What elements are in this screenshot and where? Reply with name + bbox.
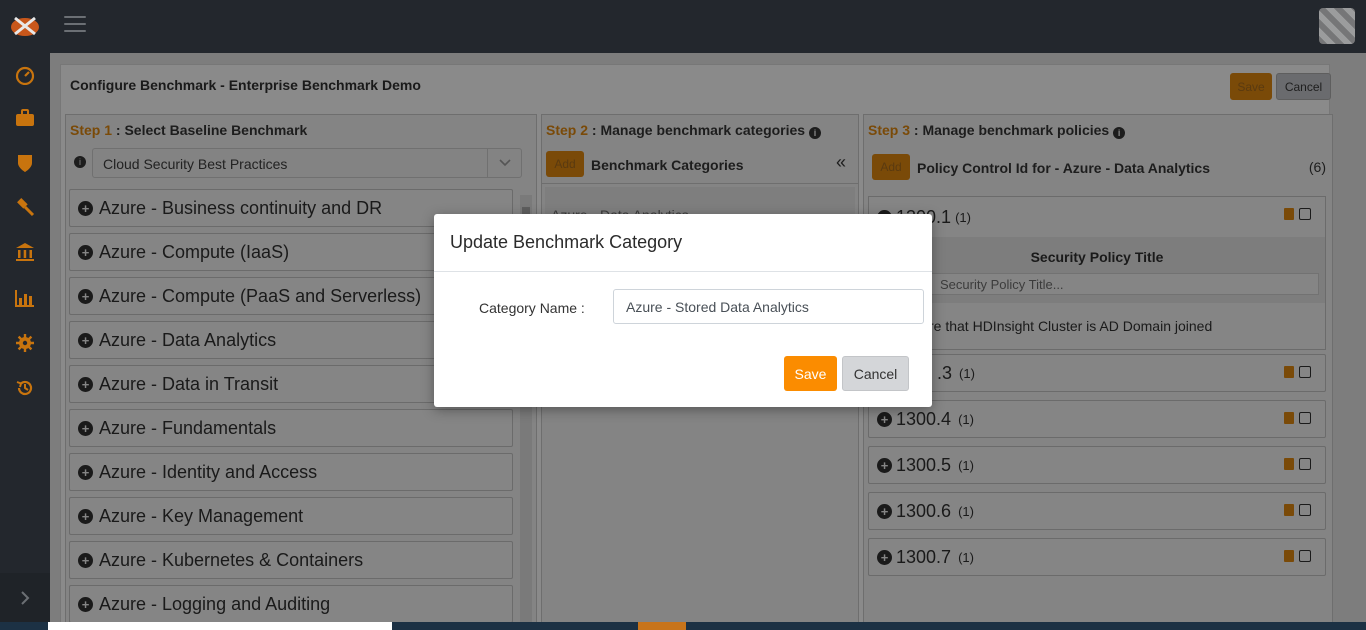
policy-expanded: − 1300.1(1) Security Policy Title Securi… (868, 196, 1326, 350)
modal-cancel-button[interactable]: Cancel (842, 356, 909, 391)
edit-icon[interactable] (1299, 366, 1311, 378)
category-name-input[interactable] (613, 289, 924, 324)
plus-circle-icon: + (78, 288, 93, 304)
plus-circle-icon: + (78, 464, 93, 480)
bar-chart-icon[interactable] (14, 287, 36, 309)
update-category-modal: Update Benchmark Category Category Name … (434, 214, 932, 407)
baseline-list-item[interactable]: + Azure - Logging and Auditing (69, 585, 513, 623)
step3-header: Step 3 : Manage benchmark policies i (868, 122, 1126, 139)
add-category-button[interactable]: Add (546, 151, 584, 177)
plus-circle-icon: + (78, 552, 93, 568)
bank-icon[interactable] (14, 241, 36, 263)
baseline-list-item[interactable]: + Azure - Kubernetes & Containers (69, 541, 513, 579)
policy-table-header: Security Policy Title Security Policy Ti… (869, 237, 1325, 303)
edit-icon[interactable] (1299, 208, 1311, 220)
category-name-label: Category Name : (479, 300, 585, 316)
info-icon: i (808, 127, 821, 139)
step2-header: Step 2 : Manage benchmark categories i (546, 122, 821, 139)
edit-icon[interactable] (1299, 550, 1311, 562)
step3-column: Step 3 : Manage benchmark policies i Add… (863, 114, 1333, 630)
baseline-list-item[interactable]: + Azure - Identity and Access (69, 453, 513, 491)
categories-title: Benchmark Categories (591, 157, 744, 173)
trash-icon[interactable] (1284, 412, 1294, 424)
policies-title: Policy Control Id for - Azure - Data Ana… (917, 160, 1211, 176)
taskbar-segment (638, 622, 686, 630)
edit-icon[interactable] (1299, 458, 1311, 470)
trash-icon[interactable] (1284, 550, 1294, 562)
policy-row: re that HDInsight Cluster is AD Domain j… (929, 318, 1213, 334)
history-icon[interactable] (14, 377, 36, 399)
info-icon: i (1113, 127, 1126, 139)
page-title: Configure Benchmark - Enterprise Benchma… (70, 77, 421, 93)
plus-circle-icon: + (877, 457, 892, 473)
plus-circle-icon: + (877, 503, 892, 519)
briefcase-icon[interactable] (14, 107, 36, 129)
policy-item[interactable]: +1300.6 (1) (868, 492, 1326, 530)
app-logo-icon[interactable] (9, 12, 41, 38)
sidebar (0, 53, 50, 630)
trash-icon[interactable] (1284, 366, 1294, 378)
edit-icon[interactable] (1299, 412, 1311, 424)
policy-item[interactable]: .3 (1) (868, 354, 1326, 392)
cancel-button[interactable]: Cancel (1276, 73, 1331, 100)
modal-save-button[interactable]: Save (784, 356, 837, 391)
plus-circle-icon: + (877, 411, 892, 427)
gavel-icon[interactable] (14, 196, 36, 218)
save-button[interactable]: Save (1230, 73, 1272, 100)
divider (542, 183, 858, 184)
plus-circle-icon: + (877, 549, 892, 565)
sidebar-expand-button[interactable] (0, 573, 50, 623)
plus-circle-icon: + (78, 332, 93, 348)
trash-icon[interactable] (1284, 504, 1294, 516)
modal-header: Update Benchmark Category (434, 214, 932, 272)
collapse-icon[interactable]: « (836, 152, 846, 173)
add-policy-button[interactable]: Add (872, 154, 910, 180)
plus-circle-icon: + (78, 508, 93, 524)
policy-item[interactable]: +1300.4 (1) (868, 400, 1326, 438)
chevron-right-icon (21, 591, 30, 605)
policy-item[interactable]: +1300.5 (1) (868, 446, 1326, 484)
trash-icon[interactable] (1284, 458, 1294, 470)
dashboard-gauge-icon[interactable] (14, 64, 36, 86)
gear-icon[interactable] (14, 332, 36, 354)
user-avatar[interactable] (1319, 8, 1355, 44)
plus-circle-icon: + (78, 376, 93, 392)
policy-actions (1284, 208, 1311, 220)
policy-item[interactable]: +1300.7 (1) (868, 538, 1326, 576)
policy-title-filter[interactable]: Security Policy Title... (929, 273, 1319, 295)
top-navbar (0, 0, 1366, 53)
step1-header: Step 1 : Select Baseline Benchmark (70, 122, 308, 138)
chevron-down-icon (487, 149, 521, 177)
plus-circle-icon: + (78, 420, 93, 436)
plus-circle-icon: + (78, 596, 93, 612)
baseline-benchmark-select[interactable]: Cloud Security Best Practices (92, 148, 522, 178)
plus-circle-icon: + (78, 244, 93, 260)
baseline-list-item[interactable]: + Azure - Key Management (69, 497, 513, 535)
taskbar-segment (48, 622, 392, 630)
shield-icon[interactable] (14, 152, 36, 174)
plus-circle-icon: + (78, 200, 93, 216)
info-icon: i (74, 156, 86, 168)
baseline-list-item[interactable]: + Azure - Fundamentals (69, 409, 513, 447)
modal-title: Update Benchmark Category (450, 232, 683, 252)
policies-count: (6) (1308, 159, 1326, 175)
edit-icon[interactable] (1299, 504, 1311, 516)
trash-icon[interactable] (1284, 208, 1294, 220)
hamburger-icon[interactable] (64, 16, 86, 34)
